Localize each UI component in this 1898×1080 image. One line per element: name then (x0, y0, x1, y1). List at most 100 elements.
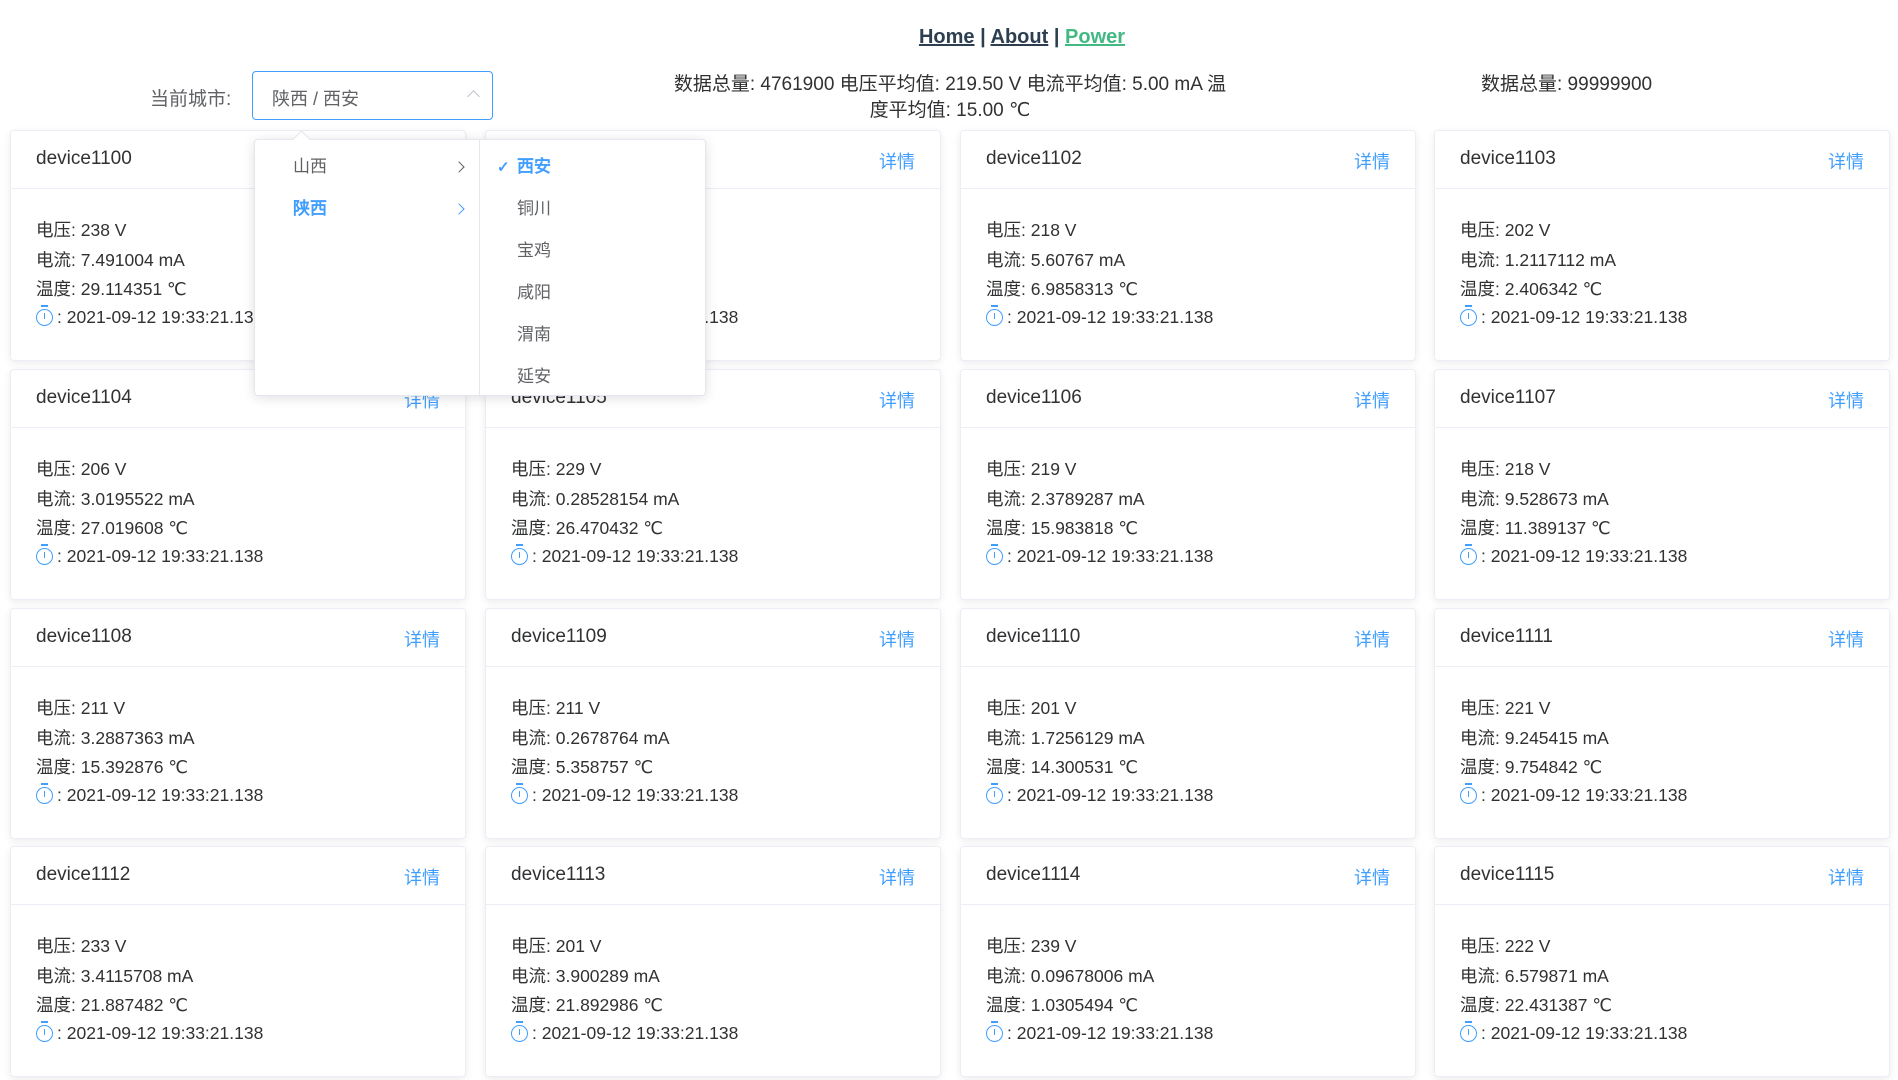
voltage-label: 电压: (986, 936, 1026, 956)
city-option[interactable]: 铜川 (517, 188, 551, 230)
city-menu: ✓ 西安 铜川 宝鸡 咸阳 渭南延安 (480, 140, 705, 395)
current-row: 电流: 3.900289 mA (511, 963, 660, 988)
temp-row: 温度: 11.389137 ℃ (1460, 515, 1611, 540)
time-sep: : (57, 785, 62, 805)
voltage-row: 电压: 211 V (511, 695, 600, 720)
province-option[interactable]: 陕西 (293, 188, 465, 230)
temp-value: 14.300531 ℃ (1030, 757, 1138, 777)
detail-link[interactable]: 详情 (1354, 626, 1390, 652)
device-card: device1109 详情 电压: 211 V 电流: 0.2678764 mA… (485, 608, 941, 839)
stopwatch-icon (36, 544, 53, 565)
current-label: 电流: (986, 966, 1026, 986)
time-value: 2021-09-12 19:33:21.138 (541, 546, 739, 566)
option-label: 西安 (517, 157, 551, 177)
voltage-value: 239 V (1030, 936, 1077, 956)
voltage-label: 电压: (511, 698, 551, 718)
nav-power-link[interactable]: Power (1065, 26, 1125, 48)
nav-about-link[interactable]: About (991, 26, 1049, 48)
top-nav: Home | About | Power (0, 26, 1898, 49)
card-header: device1102 详情 (961, 131, 1415, 189)
time-sep: : (1007, 307, 1012, 327)
current-value: 5.60767 mA (1030, 250, 1126, 270)
province-menu: 山西 陕西 (255, 140, 480, 395)
device-card: device1110 详情 电压: 201 V 电流: 1.7256129 mA… (960, 608, 1416, 839)
detail-link[interactable]: 详情 (1828, 387, 1864, 413)
nav-home-link[interactable]: Home (919, 26, 975, 48)
time-row: : 2021-09-12 19:33:21.138 (511, 783, 738, 806)
province-option[interactable]: 山西 (293, 146, 465, 188)
time-value: 2021-09-12 19:33:21.138 (1016, 546, 1214, 566)
current-row: 电流: 3.4115708 mA (36, 963, 193, 988)
voltage-label: 电压: (1460, 220, 1500, 240)
city-option[interactable]: 咸阳 (517, 272, 551, 314)
detail-link[interactable]: 详情 (1354, 864, 1390, 890)
temp-label: 温度: (36, 995, 76, 1015)
voltage-value: 221 V (1504, 698, 1551, 718)
current-label: 电流: (36, 250, 76, 270)
detail-link[interactable]: 详情 (404, 626, 440, 652)
detail-link[interactable]: 详情 (1354, 387, 1390, 413)
option-label: 陕西 (293, 199, 327, 219)
option-label: 延安 (517, 367, 551, 387)
detail-link[interactable]: 详情 (879, 387, 915, 413)
device-name: device1106 (986, 387, 1082, 408)
detail-link[interactable]: 详情 (879, 148, 915, 174)
chevron-right-icon (453, 203, 465, 215)
city-option[interactable]: 延安 (517, 356, 551, 395)
current-row: 电流: 0.28528154 mA (511, 486, 679, 511)
detail-link[interactable]: 详情 (1354, 148, 1390, 174)
city-option[interactable]: 宝鸡 (517, 230, 551, 272)
device-name: device1112 (36, 864, 131, 885)
temp-label: 温度: (986, 518, 1026, 538)
chevron-right-icon (453, 161, 465, 173)
stats-line-1: 数据总量: 4761900 电压平均值: 219.50 V 电流平均值: 5.0… (673, 74, 1227, 95)
device-card: device1106 详情 电压: 219 V 电流: 2.3789287 mA… (960, 369, 1416, 600)
card-header: device1109 详情 (486, 609, 940, 667)
temp-row: 温度: 15.392876 ℃ (36, 754, 188, 779)
temp-row: 温度: 5.358757 ℃ (511, 754, 653, 779)
detail-link[interactable]: 详情 (1828, 626, 1864, 652)
current-value: 1.2117112 mA (1504, 250, 1616, 270)
detail-link[interactable]: 详情 (1828, 864, 1864, 890)
time-value: 2021-09-12 19:33:21.138 (66, 785, 264, 805)
device-name: device1109 (511, 626, 607, 647)
current-row: 电流: 6.579871 mA (1460, 963, 1609, 988)
time-sep: : (57, 546, 62, 566)
city-cascader-input[interactable]: 陕西 / 西安 (252, 71, 493, 120)
voltage-value: 206 V (80, 459, 127, 479)
voltage-label: 电压: (511, 936, 551, 956)
current-value: 3.4115708 mA (80, 966, 194, 986)
time-value: 2021-09-12 19:33:21.138 (1016, 1023, 1214, 1043)
time-sep: : (532, 785, 537, 805)
voltage-row: 电压: 221 V (1460, 695, 1550, 720)
voltage-row: 电压: 229 V (511, 456, 601, 481)
device-name: device1113 (511, 864, 606, 885)
temp-label: 温度: (511, 757, 551, 777)
voltage-value: 222 V (1504, 936, 1551, 956)
detail-link[interactable]: 详情 (879, 864, 915, 890)
chevron-up-icon (467, 90, 480, 103)
current-value: 2.3789287 mA (1030, 489, 1145, 509)
device-name: device1108 (36, 626, 132, 647)
stats-line-2: 度平均值: 15.00 ℃ (869, 100, 1031, 121)
time-sep: : (57, 307, 62, 327)
current-label: 电流: (1460, 728, 1500, 748)
detail-link[interactable]: 详情 (404, 864, 440, 890)
current-value: 0.09678006 mA (1030, 966, 1155, 986)
city-option[interactable]: 渭南 (517, 314, 551, 356)
time-sep: : (532, 1023, 537, 1043)
detail-link[interactable]: 详情 (1828, 148, 1864, 174)
device-card: device1113 详情 电压: 201 V 电流: 3.900289 mA … (485, 846, 941, 1077)
current-label: 电流: (36, 728, 76, 748)
temp-value: 1.0305494 ℃ (1030, 995, 1138, 1015)
voltage-value: 238 V (80, 220, 127, 240)
current-row: 电流: 3.2887363 mA (36, 725, 195, 750)
detail-link[interactable]: 详情 (879, 626, 915, 652)
stats-total-2: 数据总量: 99999900 (1481, 74, 1653, 95)
current-label: 电流: (36, 966, 76, 986)
time-row: : 2021-09-12 19:33:21.138 (1460, 305, 1687, 328)
city-option[interactable]: ✓ 西安 (497, 146, 551, 188)
time-row: : 2021-09-12 19:33:21.138 (36, 544, 263, 567)
current-label: 电流: (1460, 250, 1500, 270)
voltage-row: 电压: 233 V (36, 933, 126, 958)
